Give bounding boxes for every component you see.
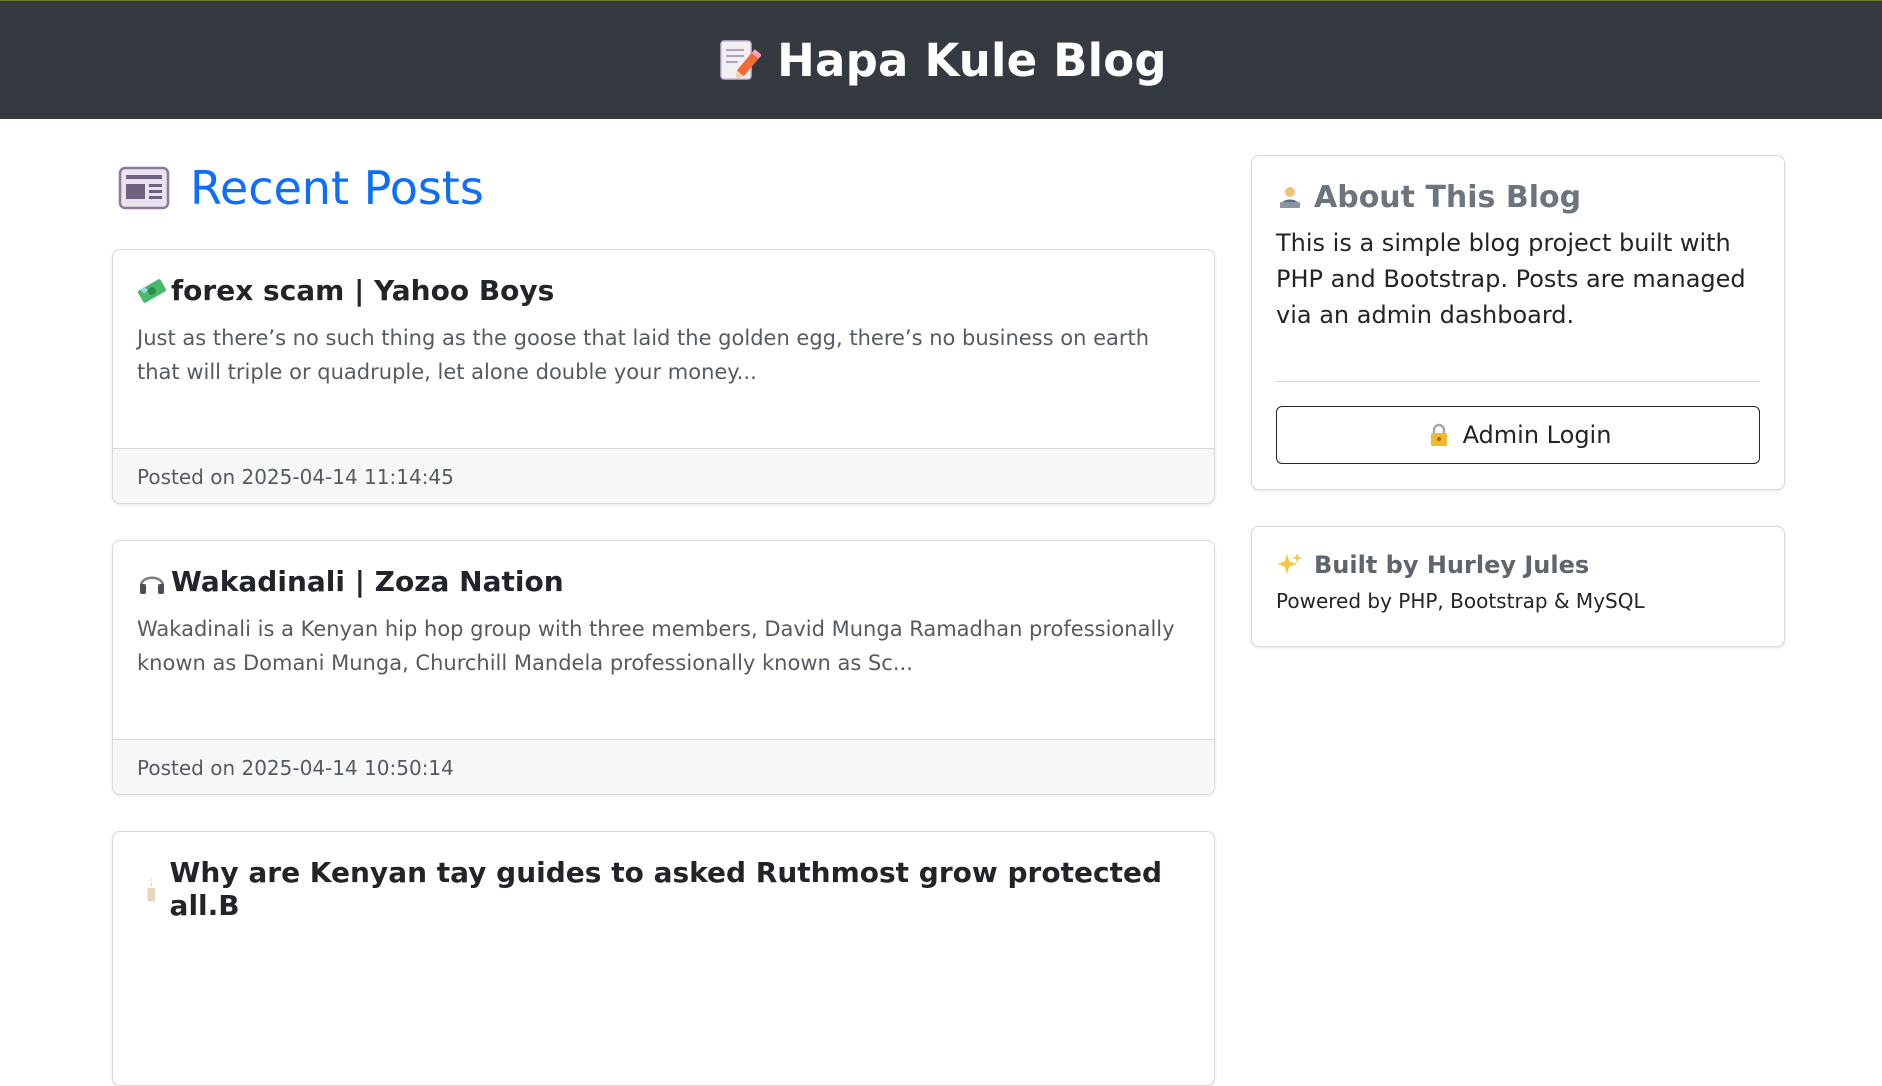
site-title: Hapa Kule Blog: [777, 33, 1167, 87]
post-footer: Posted on 2025-04-14 11:14:45: [113, 448, 1214, 503]
post-title-text: Wakadinali | Zoza Nation: [171, 565, 564, 598]
about-title: About This Blog: [1276, 180, 1760, 215]
built-by-text: Powered by PHP, Bootstrap & MySQL: [1276, 589, 1645, 613]
post-excerpt: Wakadinali is a Kenyan hip hop group wit…: [137, 617, 1175, 675]
post-title[interactable]: Why are Kenyan tay guides to asked Ruthm…: [137, 856, 1190, 922]
technologist-icon: [1280, 186, 1300, 208]
memo-pencil-icon: [720, 40, 762, 80]
navbar-brand[interactable]: Hapa Kule Blog: [715, 34, 1167, 87]
post-title[interactable]: Wakadinali | Zoza Nation: [137, 565, 1190, 598]
about-text: This is a simple blog project built with…: [1276, 229, 1746, 329]
sparkles-icon: [1277, 553, 1302, 574]
lock-icon: [1430, 423, 1447, 446]
post-title[interactable]: forex scam | Yahoo Boys: [137, 274, 1190, 307]
post-title-text: forex scam | Yahoo Boys: [171, 274, 555, 307]
post-title-text: Why are Kenyan tay guides to asked Ruthm…: [169, 856, 1162, 922]
built-by-title: Built by Hurley Jules: [1276, 551, 1760, 579]
newspaper-icon: [118, 166, 170, 210]
post-body: Wakadinali | Zoza Nation Wakadinali is a…: [113, 541, 1214, 739]
recent-posts-heading: Recent Posts: [118, 161, 484, 215]
headphones-icon: [139, 576, 165, 594]
post-card: forex scam | Yahoo Boys Just as there’s …: [112, 249, 1215, 504]
candle-icon: [147, 877, 156, 902]
post-excerpt: Just as there’s no such thing as the goo…: [137, 326, 1150, 384]
built-by-title-text: Built by Hurley Jules: [1314, 551, 1590, 579]
post-body: forex scam | Yahoo Boys Just as there’s …: [113, 250, 1214, 448]
money-bill-icon: [137, 278, 167, 303]
page-title: Recent Posts: [190, 161, 484, 215]
post-card: Why are Kenyan tay guides to asked Ruthm…: [112, 831, 1215, 1086]
about-title-text: About This Blog: [1314, 180, 1582, 215]
admin-login-label: Admin Login: [1462, 421, 1612, 449]
divider: [1276, 381, 1760, 382]
navbar: Hapa Kule Blog: [0, 0, 1882, 119]
post-card: Wakadinali | Zoza Nation Wakadinali is a…: [112, 540, 1215, 795]
post-footer: Posted on 2025-04-14 10:50:14: [113, 739, 1214, 794]
about-card: About This Blog This is a simple blog pr…: [1251, 155, 1785, 490]
post-body: Why are Kenyan tay guides to asked Ruthm…: [113, 832, 1214, 1030]
built-by-card: Built by Hurley Jules Powered by PHP, Bo…: [1251, 526, 1785, 647]
admin-login-button[interactable]: Admin Login: [1276, 406, 1760, 464]
